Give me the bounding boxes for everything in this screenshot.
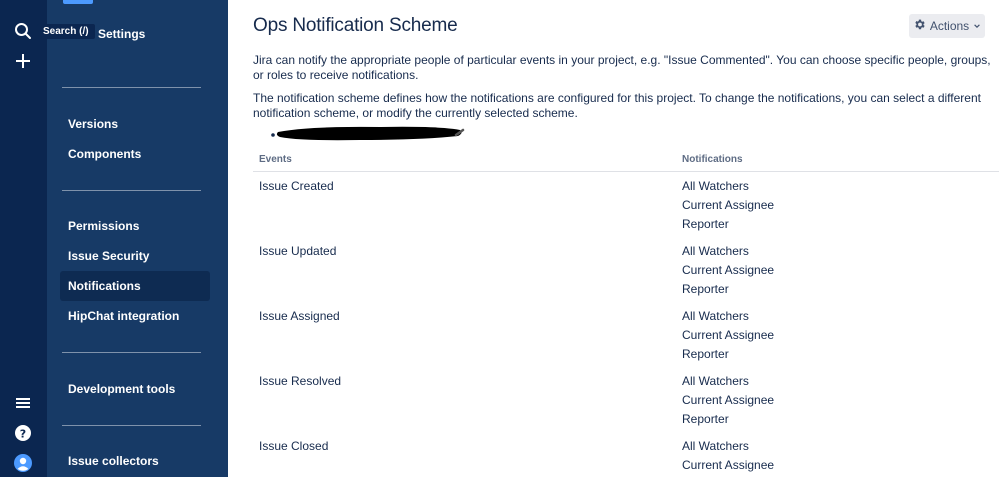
sidebar-item-issue-collectors[interactable]: Issue collectors: [60, 446, 210, 476]
notification-recipient: Current Assignee: [682, 198, 775, 212]
sidebar-item-components[interactable]: Components: [60, 139, 210, 169]
sidebar-divider: [62, 425, 201, 426]
create-plus-icon[interactable]: [8, 46, 38, 76]
menu-icon[interactable]: [8, 388, 38, 418]
sidebar-item-development-tools[interactable]: Development tools: [60, 374, 210, 404]
scheme-description: The notification scheme defines how the …: [253, 91, 981, 120]
notification-description: Jira can notify the appropriate people o…: [253, 53, 991, 82]
sidebar-divider: [62, 87, 201, 88]
notification-recipient: All Watchers: [682, 374, 749, 388]
avatar-icon[interactable]: [8, 448, 38, 477]
notification-recipient: All Watchers: [682, 244, 749, 258]
chevron-down-icon: [973, 19, 981, 33]
sidebar-settings-label: Settings: [98, 27, 146, 41]
search-tooltip: Search (/): [37, 24, 95, 39]
project-sidebar: Settings Versions Components Permissions…: [47, 0, 228, 477]
event-name: Issue Assigned: [259, 309, 340, 323]
event-name: Issue Closed: [259, 439, 329, 453]
redacted-link: [270, 123, 465, 143]
sidebar-item-permissions[interactable]: Permissions: [60, 211, 210, 241]
event-name: Issue Created: [259, 179, 334, 193]
notification-recipient: Reporter: [682, 282, 729, 296]
app-window: ? Search (/) Settings Versions Component…: [0, 0, 999, 477]
notification-recipient: Current Assignee: [682, 393, 775, 407]
notification-recipient: Reporter: [682, 347, 729, 361]
svg-text:?: ?: [20, 427, 26, 440]
page-title: Ops Notification Scheme: [253, 15, 458, 36]
notification-recipient: All Watchers: [682, 309, 749, 323]
notification-recipient: All Watchers: [682, 179, 749, 193]
help-icon[interactable]: ?: [8, 418, 38, 448]
column-header-notifications: Notifications: [682, 154, 743, 165]
sidebar-item-notifications[interactable]: Notifications: [60, 271, 210, 301]
table-header: Events Notifications: [253, 150, 999, 172]
notification-recipient: Current Assignee: [682, 458, 775, 472]
gear-icon: [913, 18, 926, 34]
search-icon[interactable]: [8, 16, 38, 46]
actions-button[interactable]: Actions: [909, 14, 985, 38]
notification-recipient: Current Assignee: [682, 263, 775, 277]
column-header-events: Events: [259, 154, 292, 165]
sidebar-item-issue-security[interactable]: Issue Security: [60, 241, 210, 271]
notification-recipient: Reporter: [682, 412, 729, 426]
sidebar-divider: [62, 190, 201, 191]
notification-recipient: Current Assignee: [682, 328, 775, 342]
sidebar-divider: [62, 352, 201, 353]
sidebar-item-hipchat-integration[interactable]: HipChat integration: [60, 301, 210, 331]
main-content: Ops Notification Scheme Actions Jira can…: [228, 0, 999, 477]
notification-recipient: All Watchers: [682, 439, 749, 453]
event-name: Issue Resolved: [259, 374, 342, 388]
sidebar-item-versions[interactable]: Versions: [60, 109, 210, 139]
actions-label: Actions: [929, 19, 970, 33]
global-nav: ?: [0, 0, 47, 477]
event-name: Issue Updated: [259, 244, 337, 258]
sidebar-project-accent: [63, 0, 93, 4]
notification-recipient: Reporter: [682, 217, 729, 231]
